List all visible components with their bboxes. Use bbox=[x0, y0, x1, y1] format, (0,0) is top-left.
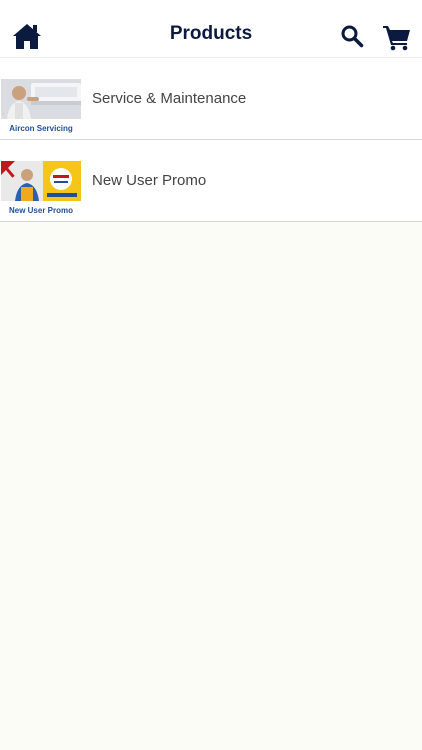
home-button[interactable] bbox=[12, 22, 42, 50]
search-button[interactable] bbox=[340, 24, 364, 48]
product-label: New User Promo bbox=[92, 172, 207, 189]
new-user-promo-image bbox=[1, 161, 81, 201]
product-label: Service & Maintenance bbox=[92, 90, 247, 107]
cart-icon bbox=[383, 26, 410, 51]
search-icon bbox=[341, 25, 364, 48]
app-header: Products bbox=[0, 0, 422, 58]
aircon-servicing-image bbox=[1, 79, 81, 119]
thumb-caption: Aircon Servicing bbox=[9, 124, 73, 133]
product-list: Aircon Servicing Service & Maintenance N… bbox=[0, 58, 422, 222]
cart-button[interactable] bbox=[382, 23, 412, 51]
product-row-new-user-promo[interactable]: New User Promo New User Promo bbox=[0, 140, 422, 222]
thumb-caption: New User Promo bbox=[8, 206, 74, 215]
home-icon bbox=[13, 24, 41, 49]
product-row-service-maintenance[interactable]: Aircon Servicing Service & Maintenance bbox=[0, 58, 422, 140]
